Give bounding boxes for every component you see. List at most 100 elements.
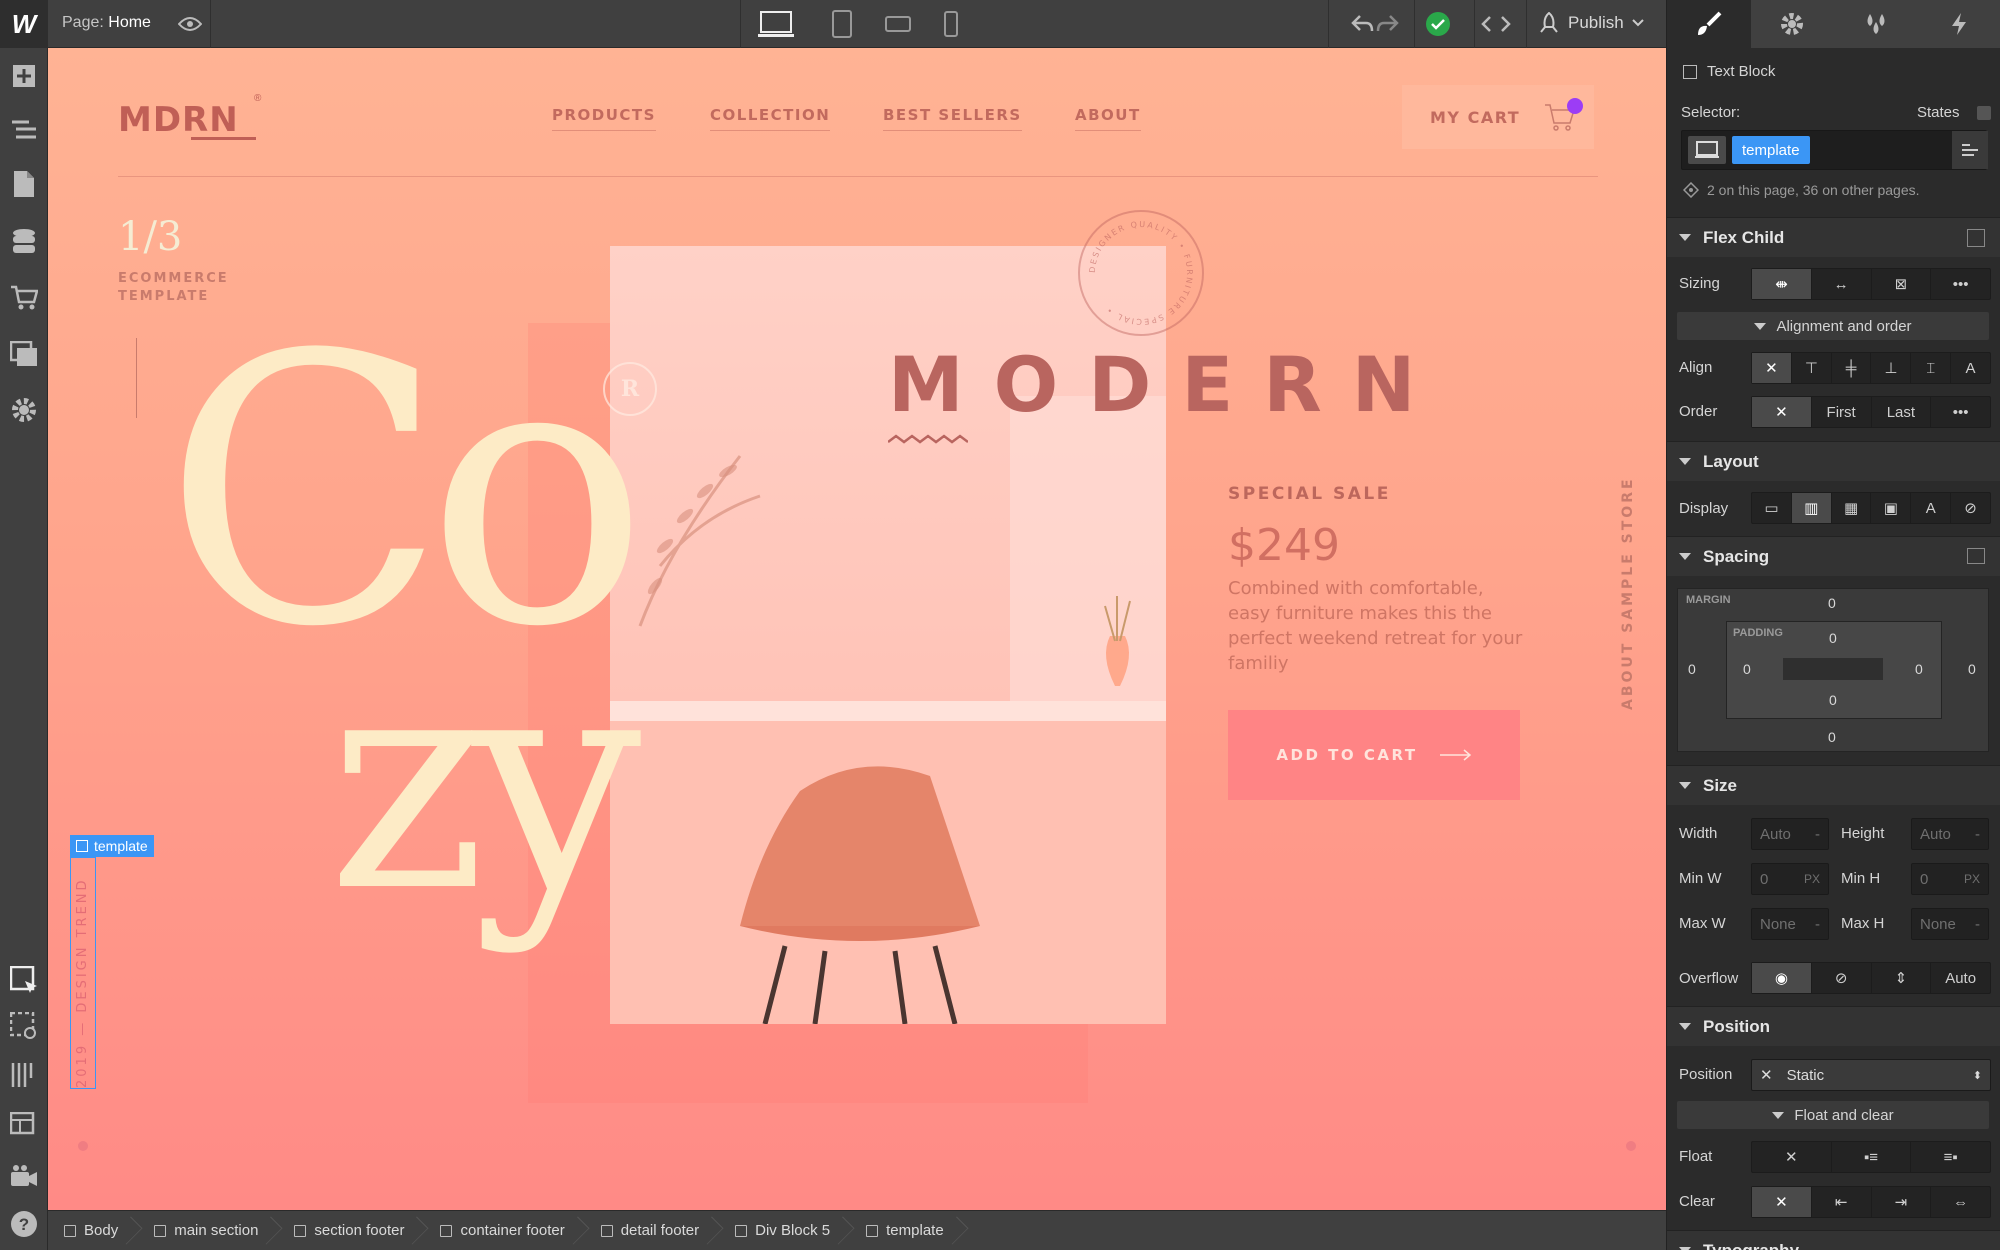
ecommerce-cart-icon[interactable] (8, 282, 40, 314)
align-stretch-button[interactable]: ⌶ (1911, 353, 1952, 383)
design-canvas[interactable]: MDRN ® PRODUCTS COLLECTION BEST SELLERS … (48, 48, 1666, 1210)
position-header[interactable]: Position (1667, 1006, 2000, 1046)
min-width-input[interactable]: 0 PX (1751, 863, 1829, 895)
style-brush-tab[interactable] (1667, 0, 1751, 48)
clear-right-button[interactable]: ⇥ (1872, 1187, 1932, 1217)
alignment-order-header[interactable]: Alignment and order (1677, 312, 1989, 340)
display-inline-button[interactable]: A (1911, 493, 1952, 523)
order-first-button[interactable]: First (1812, 397, 1872, 427)
nav-best-sellers[interactable]: BEST SELLERS (883, 106, 1022, 131)
overflow-visible-button[interactable]: ◉ (1752, 963, 1812, 993)
align-start-button[interactable]: ⊤ (1792, 353, 1832, 383)
display-grid-button[interactable]: ▦ (1832, 493, 1872, 523)
clear-left-button[interactable]: ⇤ (1812, 1187, 1872, 1217)
navigator-icon[interactable] (8, 114, 40, 146)
pages-icon[interactable] (8, 168, 40, 200)
crumb-detail-footer[interactable]: detail footer (585, 1211, 719, 1250)
assets-icon[interactable] (8, 338, 40, 370)
order-none-button[interactable]: ✕ (1752, 397, 1812, 427)
tablet-breakpoint-icon[interactable] (822, 8, 862, 40)
sizing-none-button[interactable]: ⊠ (1872, 269, 1932, 299)
states-dropdown[interactable]: States (1917, 104, 1960, 121)
display-inline-block-button[interactable]: ▣ (1871, 493, 1912, 523)
float-right-button[interactable]: ≡▪ (1911, 1142, 1990, 1172)
crumb-body[interactable]: Body (48, 1211, 138, 1250)
selected-element-tag[interactable]: template (70, 835, 154, 857)
help-icon[interactable]: ? (8, 1208, 40, 1240)
preview-eye-icon[interactable] (170, 8, 210, 40)
margin-left-value[interactable]: 0 (1688, 661, 1696, 677)
sizing-shrink-button[interactable]: ⇼ (1752, 269, 1812, 299)
float-none-button[interactable]: ✕ (1752, 1142, 1832, 1172)
overflow-scroll-button[interactable]: ⇕ (1872, 963, 1932, 993)
mobile-landscape-icon[interactable] (878, 8, 918, 40)
nav-collection[interactable]: COLLECTION (710, 106, 831, 131)
width-input[interactable]: Auto - (1751, 818, 1829, 850)
states-chevron-icon[interactable] (1977, 106, 1991, 120)
padding-top-value[interactable]: 0 (1829, 630, 1837, 646)
order-more-button[interactable]: ••• (1931, 397, 1990, 427)
layout-header[interactable]: Layout (1667, 441, 2000, 481)
display-none-button[interactable]: ⊘ (1951, 493, 1990, 523)
webflow-logo[interactable]: W (0, 0, 48, 48)
crumb-div-block-5[interactable]: Div Block 5 (719, 1211, 850, 1250)
padding-right-value[interactable]: 0 (1915, 661, 1923, 677)
cms-icon[interactable] (8, 226, 40, 258)
selector-chip[interactable]: template (1732, 136, 1810, 164)
crumb-section-footer[interactable]: section footer (278, 1211, 424, 1250)
overflow-hidden-button[interactable]: ⊘ (1812, 963, 1872, 993)
nav-about[interactable]: ABOUT (1075, 106, 1141, 131)
flex-child-header[interactable]: Flex Child (1667, 217, 2000, 257)
padding-left-value[interactable]: 0 (1743, 661, 1751, 677)
clear-none-button[interactable]: ✕ (1752, 1187, 1812, 1217)
spacing-header[interactable]: Spacing (1667, 536, 2000, 576)
flex-child-help-icon[interactable] (1967, 229, 1985, 247)
interactions-tab[interactable] (1918, 0, 2000, 48)
margin-top-value[interactable]: 0 (1828, 595, 1836, 611)
max-height-input[interactable]: None - (1911, 908, 1989, 940)
position-select[interactable]: ✕ Static ⬍ (1751, 1059, 1991, 1091)
add-elements-icon[interactable] (8, 60, 40, 92)
cart-button[interactable]: MY CART (1402, 85, 1594, 149)
code-export-icon[interactable] (1476, 8, 1516, 40)
crumb-main-section[interactable]: main section (138, 1211, 278, 1250)
height-input[interactable]: Auto - (1911, 818, 1989, 850)
edges-preview-icon[interactable] (8, 1010, 40, 1042)
select-cursor-icon[interactable] (8, 964, 40, 996)
display-block-button[interactable]: ▭ (1752, 493, 1792, 523)
margin-bottom-value[interactable]: 0 (1828, 729, 1836, 745)
selector-field[interactable]: template (1681, 130, 1988, 170)
align-center-button[interactable]: ╪ (1832, 353, 1872, 383)
size-header[interactable]: Size (1667, 765, 2000, 805)
spacing-preset-icon[interactable] (1967, 548, 1985, 564)
site-logo[interactable]: MDRN (118, 100, 239, 140)
mobile-portrait-icon[interactable] (931, 8, 971, 40)
padding-bottom-value[interactable]: 0 (1829, 692, 1837, 708)
selector-menu-icon[interactable] (1952, 131, 1988, 169)
align-end-button[interactable]: ⊥ (1871, 353, 1912, 383)
padding-box[interactable]: PADDING 0 0 0 0 (1726, 621, 1942, 719)
crumb-template[interactable]: template (850, 1211, 964, 1250)
grid-overlay-icon[interactable] (8, 1060, 40, 1092)
order-last-button[interactable]: Last (1872, 397, 1932, 427)
sizing-more-button[interactable]: ••• (1931, 269, 1990, 299)
add-to-cart-button[interactable]: ADD TO CART (1228, 710, 1520, 800)
nav-products[interactable]: PRODUCTS (552, 106, 656, 131)
headline-zy[interactable]: zy (328, 633, 642, 933)
sizing-grow-button[interactable]: ↔ (1812, 269, 1872, 299)
publish-button[interactable]: Publish (1538, 12, 1644, 34)
crumb-container-footer[interactable]: container footer (424, 1211, 584, 1250)
overflow-auto-button[interactable]: Auto (1931, 963, 1990, 993)
style-manager-tab[interactable] (1834, 0, 1918, 48)
settings-tab[interactable] (1751, 0, 1835, 48)
xray-icon[interactable] (8, 1110, 40, 1142)
align-none-button[interactable]: ✕ (1752, 353, 1792, 383)
typography-header[interactable]: Typography (1667, 1230, 2000, 1250)
float-left-button[interactable]: ▪≡ (1832, 1142, 1912, 1172)
clear-both-button[interactable]: ⇔ (1931, 1187, 1990, 1217)
max-width-input[interactable]: None - (1751, 908, 1829, 940)
video-tutorials-icon[interactable] (8, 1160, 40, 1192)
page-selector[interactable]: Page: Home (62, 14, 151, 32)
modern-heading[interactable]: MODERN (888, 340, 1445, 429)
margin-box[interactable]: MARGIN 0 0 0 0 PADDING 0 0 0 0 (1677, 588, 1989, 752)
